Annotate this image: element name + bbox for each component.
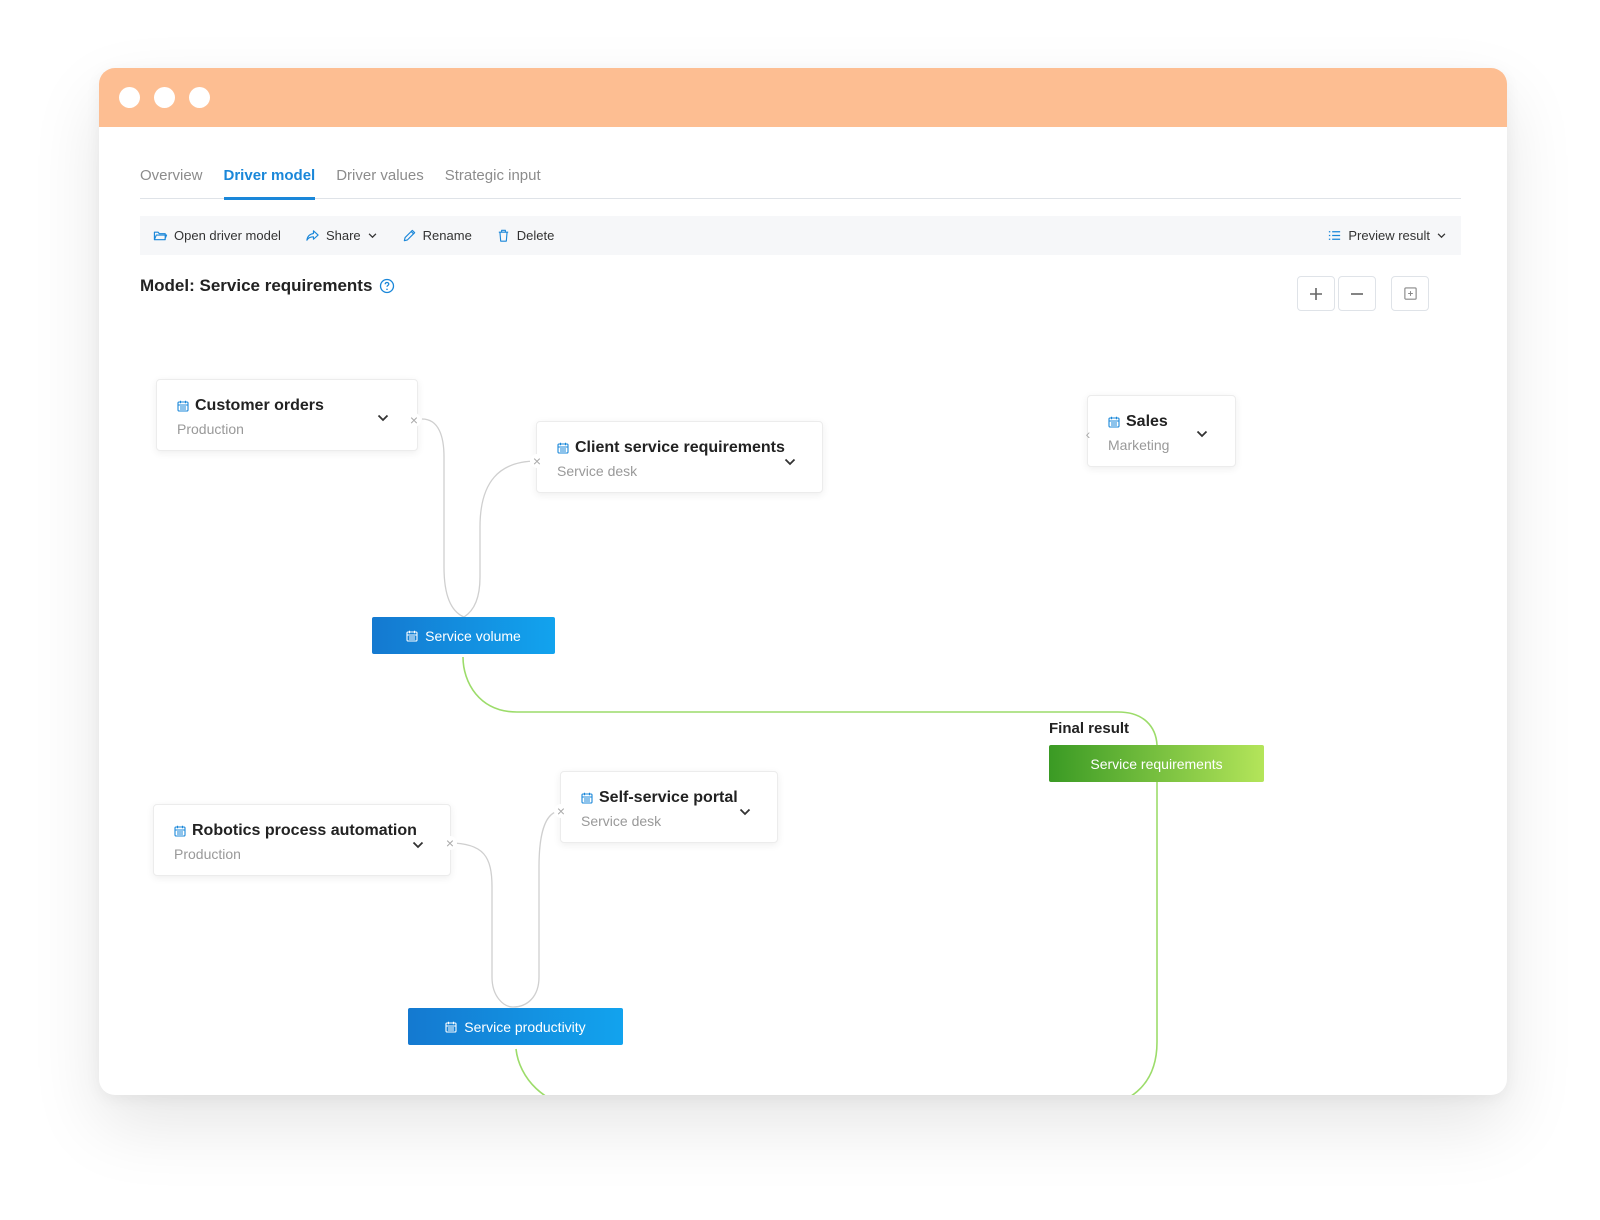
aggregate-node-label: Service volume <box>425 627 521 644</box>
remove-link-icon[interactable]: × <box>530 454 544 468</box>
final-result-label: Service requirements <box>1090 755 1223 772</box>
final-result-heading: Final result <box>1049 720 1130 737</box>
chevron-down-icon[interactable] <box>411 838 425 852</box>
driver-node-title: Client service requirements <box>557 439 802 457</box>
window-minimize-dot[interactable] <box>154 87 175 108</box>
driver-node-title-text: Sales <box>1126 413 1168 430</box>
calendar-icon <box>177 400 189 412</box>
driver-node-client-service-requirements[interactable]: Client service requirements Service desk <box>536 421 823 493</box>
remove-link-icon[interactable]: × <box>407 413 421 427</box>
aggregate-node-service-volume[interactable]: Service volume <box>372 617 555 654</box>
connection-lines <box>421 418 1158 1095</box>
driver-node-subtitle: Service desk <box>557 463 638 479</box>
calendar-icon <box>581 792 593 804</box>
link-customer-orders <box>421 418 465 618</box>
window-titlebar <box>99 68 1507 127</box>
driver-node-self-service-portal[interactable]: Self-service portal Service desk <box>560 771 778 843</box>
chevron-left-icon[interactable]: ‹ <box>1081 427 1095 441</box>
window-close-dot[interactable] <box>119 87 140 108</box>
driver-node-subtitle: Production <box>174 846 241 862</box>
calendar-icon <box>406 630 418 642</box>
window-maximize-dot[interactable] <box>189 87 210 108</box>
driver-node-title: Self-service portal <box>581 789 757 807</box>
final-result-node[interactable]: Service requirements <box>1049 745 1264 782</box>
chevron-down-icon[interactable] <box>376 411 390 425</box>
driver-node-title-text: Client service requirements <box>575 439 785 456</box>
link-client-service <box>463 460 538 618</box>
driver-node-sales[interactable]: Sales Marketing <box>1087 395 1236 467</box>
aggregate-node-service-productivity[interactable]: Service productivity <box>408 1008 623 1045</box>
driver-node-title-text: Self-service portal <box>599 789 738 806</box>
driver-node-title: Robotics process automation <box>174 822 430 840</box>
driver-node-subtitle: Service desk <box>581 813 662 829</box>
aggregate-node-label: Service productivity <box>464 1018 586 1035</box>
remove-link-icon[interactable]: × <box>554 804 568 818</box>
driver-node-robotics-process-automation[interactable]: Robotics process automation Production <box>153 804 451 876</box>
chevron-down-icon[interactable] <box>783 455 797 469</box>
main-content: Overview Driver model Driver values Stra… <box>99 127 1507 1095</box>
calendar-icon <box>557 442 569 454</box>
remove-link-icon[interactable]: × <box>443 836 457 850</box>
chevron-down-icon[interactable] <box>738 805 752 819</box>
driver-node-title: Customer orders <box>177 397 397 415</box>
driver-node-title-text: Robotics process automation <box>192 822 417 839</box>
app-window: Overview Driver model Driver values Stra… <box>99 68 1507 1095</box>
calendar-icon <box>174 825 186 837</box>
link-robotics <box>448 842 514 1008</box>
driver-node-title-text: Customer orders <box>195 397 324 414</box>
driver-node-customer-orders[interactable]: Customer orders Production <box>156 379 418 451</box>
calendar-icon <box>445 1021 457 1033</box>
link-self-service <box>512 810 562 1008</box>
chevron-down-icon[interactable] <box>1195 427 1209 441</box>
model-canvas[interactable]: Customer orders Production × Client serv… <box>99 127 1507 1095</box>
calendar-icon <box>1108 416 1120 428</box>
driver-node-subtitle: Production <box>177 421 244 437</box>
